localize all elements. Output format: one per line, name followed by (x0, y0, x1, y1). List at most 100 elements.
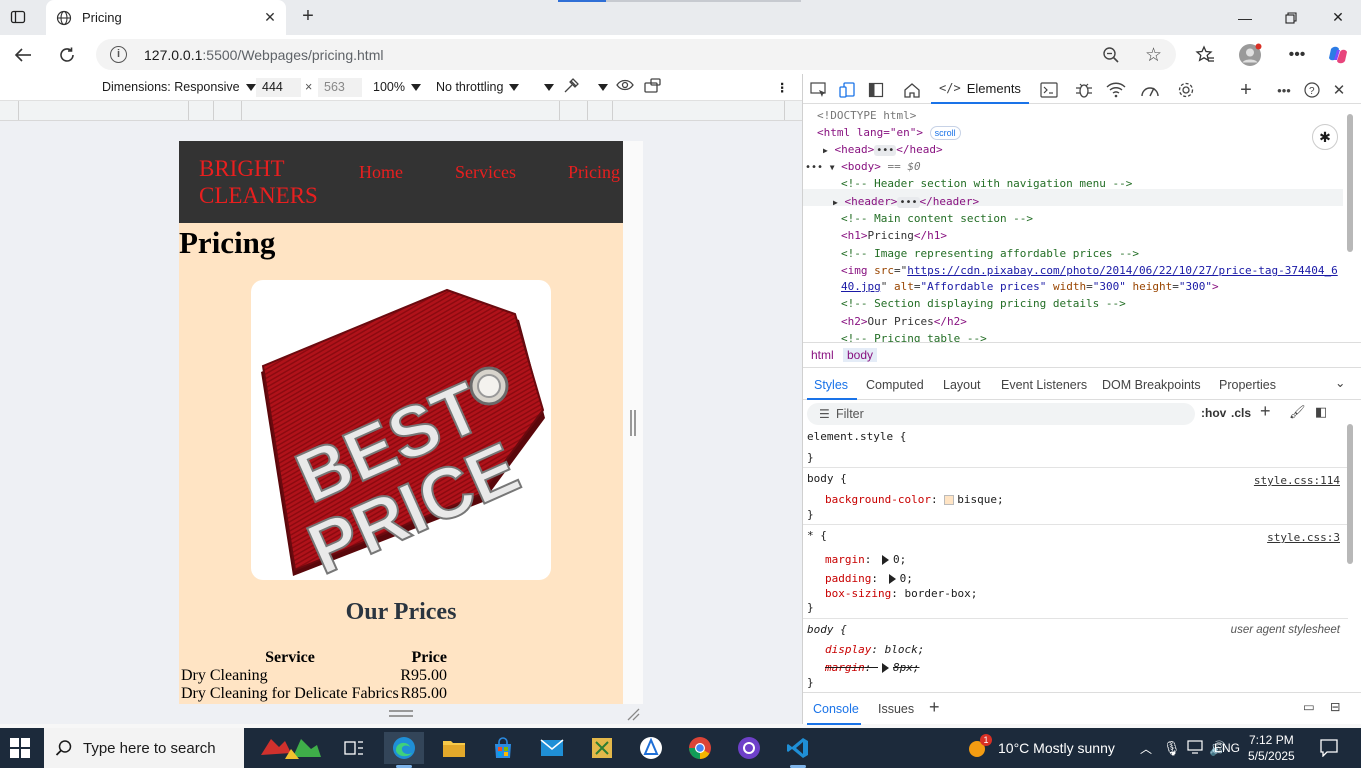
favorite-star-icon[interactable]: ☆ (1145, 44, 1162, 67)
dom-comment[interactable]: <!-- Header section with navigation menu… (841, 175, 1132, 192)
styles-scrollbar[interactable] (1347, 424, 1353, 564)
rotate-icon[interactable] (644, 78, 662, 97)
breadcrumb-html[interactable]: html (807, 348, 838, 362)
more-horizontal-icon[interactable]: ••• (1274, 80, 1294, 100)
inspect-element-icon[interactable] (809, 80, 829, 100)
element-style-rule[interactable]: element.style { (807, 430, 906, 443)
more-vertical-icon[interactable]: ⋮ (776, 80, 789, 95)
style-source-link[interactable]: style.css:3 (1267, 531, 1340, 544)
browser-tab[interactable]: Pricing ✕ (46, 0, 286, 35)
app-launcher-icon[interactable] (631, 732, 671, 764)
github-desktop-icon[interactable] (729, 732, 769, 764)
tab-styles[interactable]: Styles (814, 378, 848, 392)
zoom-dropdown[interactable]: 100% (373, 80, 421, 94)
site-logo[interactable]: BRIGHT CLEANERS (199, 155, 339, 209)
dom-html[interactable]: <html lang="en"> scroll (817, 124, 961, 141)
clock[interactable]: 7:12 PM 5/5/2025 (1248, 732, 1295, 764)
universal-rule-selector[interactable]: * { (807, 529, 827, 542)
taskbar-search-box[interactable]: Type here to search (44, 728, 244, 768)
nav-link-services[interactable]: Services (455, 162, 516, 183)
close-window-icon[interactable]: ✕ (1315, 0, 1361, 35)
language-indicator[interactable]: ENG (1214, 741, 1240, 755)
drawer-dock-icon[interactable]: ▭ (1303, 699, 1315, 714)
paint-brush-icon[interactable]: 🖌 (1289, 404, 1306, 420)
address-bar[interactable]: i 127.0.0.1:5500/Webpages/pricing.html ☆ (96, 39, 1176, 70)
site-info-icon[interactable]: i (110, 46, 127, 63)
zoom-icon[interactable] (1102, 46, 1120, 67)
tab-console[interactable]: Console (813, 702, 859, 716)
sensors-dropdown[interactable] (592, 80, 608, 94)
help-icon[interactable]: ? (1302, 80, 1322, 100)
expand-triangle-icon[interactable] (888, 574, 896, 584)
new-tab-icon[interactable]: + (296, 6, 320, 28)
dom-h2[interactable]: <h2>Our Prices</h2> (841, 313, 967, 330)
dom-scrollbar[interactable] (1347, 114, 1353, 252)
welcome-home-icon[interactable] (902, 80, 922, 100)
throttling-dropdown[interactable]: No throttling (436, 80, 520, 94)
more-tools-plus-icon[interactable]: + (1236, 79, 1256, 101)
dimensions-dropdown[interactable]: Dimensions: Responsive (102, 80, 256, 94)
color-swatch-icon[interactable] (944, 495, 955, 505)
weather-icon[interactable]: 1 (967, 734, 992, 759)
breadcrumb-body[interactable]: body (843, 348, 878, 362)
add-drawer-tab-plus-icon[interactable]: + (929, 697, 940, 718)
chrome-icon[interactable] (680, 732, 720, 764)
tab-dom-breakpoints[interactable]: DOM Breakpoints (1102, 378, 1201, 392)
vscode-icon[interactable] (778, 732, 818, 768)
ellipsis-badge[interactable]: ••• (897, 197, 920, 208)
refresh-icon[interactable] (54, 42, 80, 68)
dom-head[interactable]: ▶ <head> ••• </head> (823, 141, 943, 159)
scroll-badge[interactable]: scroll (929, 126, 961, 140)
mail-icon[interactable] (532, 732, 572, 764)
network-wifi-icon[interactable] (1106, 80, 1126, 100)
toggle-sidebar-icon[interactable]: ◧ (1315, 404, 1327, 420)
edge-app-icon[interactable] (384, 732, 424, 768)
resize-handle-right[interactable] (630, 410, 636, 436)
dock-side-icon[interactable] (866, 80, 886, 100)
file-explorer-icon[interactable] (434, 732, 474, 764)
more-options-icon[interactable]: ••• (1285, 43, 1309, 67)
dom-comment[interactable]: <!-- Pricing table --> (841, 330, 987, 342)
hov-toggle[interactable]: :hov (1201, 406, 1226, 420)
nav-link-pricing[interactable]: Pricing (568, 162, 620, 183)
img-src-link[interactable]: https://cdn.pixabay.com/photo/2014/06/22… (907, 264, 1337, 277)
minimize-icon[interactable]: — (1222, 0, 1268, 35)
dom-h1[interactable]: <h1>Pricing</h1> (841, 227, 947, 244)
profile-avatar-icon[interactable] (1238, 43, 1262, 67)
resize-handle-corner[interactable] (626, 707, 640, 721)
css-declaration[interactable]: padding: 0; (825, 572, 913, 585)
weather-text[interactable]: 10°C Mostly sunny (998, 740, 1115, 756)
performance-icon[interactable] (1140, 80, 1160, 100)
body-rule-selector[interactable]: body { (807, 472, 847, 485)
tab-properties[interactable]: Properties (1219, 378, 1276, 392)
nav-link-home[interactable]: Home (359, 162, 403, 183)
url-text[interactable]: 127.0.0.1:5500/Webpages/pricing.html (144, 47, 383, 63)
styles-filter-input[interactable]: ☰ Filter (807, 403, 1195, 425)
favorites-icon[interactable] (1193, 43, 1217, 67)
css-declaration[interactable]: background-color: bisque; (825, 493, 1004, 506)
task-view-icon[interactable] (334, 732, 374, 764)
microphone-icon[interactable]: 🎙 (1163, 740, 1181, 757)
sensors-icon[interactable] (562, 77, 580, 98)
dom-img[interactable]: <img src="https://cdn.pixabay.com/photo/… (841, 262, 1338, 279)
css-declaration-overridden[interactable]: margin: 8px; (825, 661, 920, 674)
windows-start-icon[interactable] (10, 738, 30, 758)
console-icon[interactable] (1039, 80, 1059, 100)
copilot-icon[interactable] (1326, 43, 1350, 67)
save-data-dropdown[interactable] (538, 80, 554, 94)
store-icon[interactable] (483, 732, 523, 764)
ua-body-rule-selector[interactable]: body { (807, 623, 847, 636)
tab-issues[interactable]: Issues (878, 702, 914, 716)
tab-computed[interactable]: Computed (866, 378, 924, 392)
resize-handle-bottom[interactable] (389, 710, 413, 717)
network-icon[interactable] (1187, 740, 1203, 757)
search-highlight-icon[interactable] (252, 732, 328, 764)
settings-gear-icon[interactable] (1176, 80, 1196, 100)
close-tab-icon[interactable]: ✕ (262, 9, 278, 25)
width-input[interactable]: 444 (256, 78, 301, 97)
tab-elements[interactable]: </> Elements (931, 74, 1029, 104)
cls-toggle[interactable]: .cls (1231, 406, 1251, 420)
dom-body[interactable]: ••• ▼ <body> == $0 (805, 158, 921, 176)
close-drawer-icon[interactable]: ⊟ (1330, 699, 1340, 714)
back-arrow-icon[interactable] (10, 42, 36, 68)
